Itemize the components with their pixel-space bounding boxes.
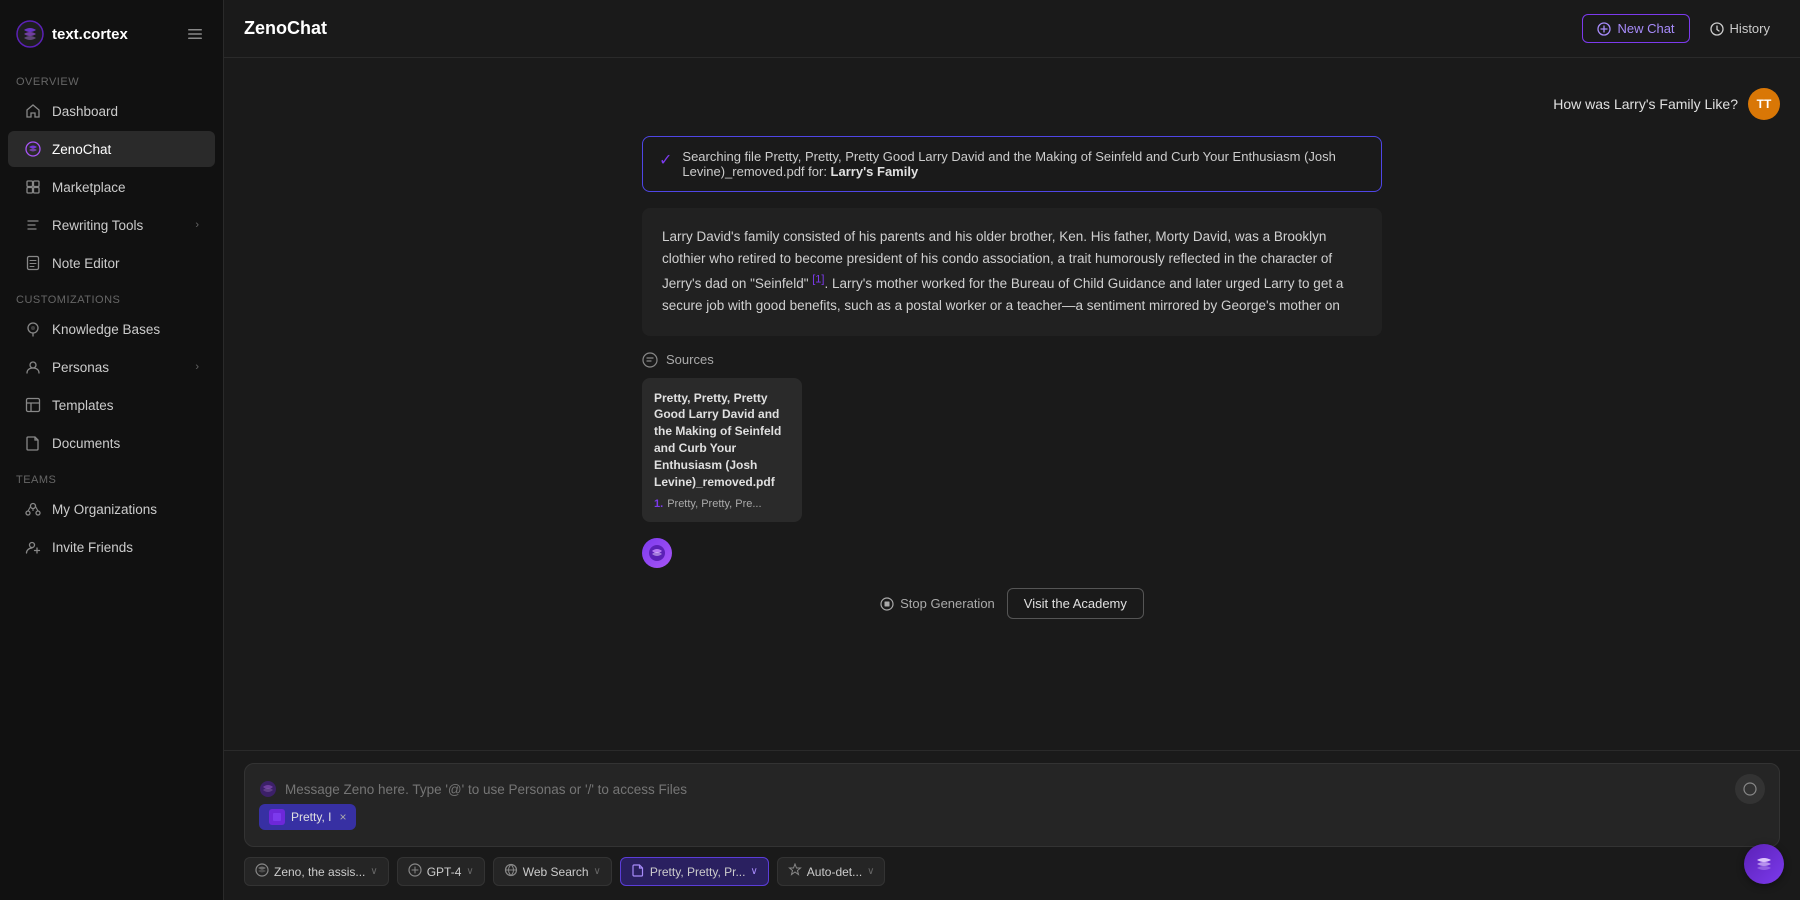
search-status-text: Searching file Pretty, Pretty, Pretty Go… (682, 149, 1365, 179)
sidebar-item-invite-friends[interactable]: Invite Friends (8, 529, 215, 565)
search-status-bold: Larry's Family (831, 164, 919, 179)
note-icon (24, 254, 42, 272)
toolbar-row: Zeno, the assis... ∨ GPT-4 ∨ (244, 857, 1780, 886)
search-status-box: ✓ Searching file Pretty, Pretty, Pretty … (642, 136, 1382, 192)
knowledge-icon (24, 320, 42, 338)
source-card[interactable]: Pretty, Pretty, Pretty Good Larry David … (642, 378, 802, 523)
user-message-row: How was Larry's Family Like? TT (244, 88, 1780, 120)
home-icon (24, 102, 42, 120)
rewrite-icon (24, 216, 42, 234)
history-button[interactable]: History (1700, 15, 1780, 42)
auto-detect-selector[interactable]: Auto-det... ∨ (777, 857, 886, 886)
sources-grid: Pretty, Pretty, Pretty Good Larry David … (642, 378, 1382, 523)
main-header: ZenoChat New Chat History (224, 0, 1800, 58)
sources-icon (642, 352, 658, 368)
stop-generation-button[interactable]: Stop Generation (880, 596, 995, 611)
file-chevron-icon: ∨ (750, 866, 757, 877)
sidebar-item-documents[interactable]: Documents (8, 425, 215, 461)
user-message-text: How was Larry's Family Like? (1553, 96, 1738, 112)
header-actions: New Chat History (1582, 14, 1780, 43)
persona-toolbar-icon (255, 863, 269, 880)
persona-chevron-icon: ∨ (370, 866, 377, 877)
floating-avatar-icon (1754, 854, 1774, 874)
web-search-icon (504, 863, 518, 880)
bot-avatar (642, 538, 672, 568)
sidebar-item-note-editor[interactable]: Note Editor (8, 245, 215, 281)
source-card-title: Pretty, Pretty, Pretty Good Larry David … (654, 390, 790, 491)
remove-file-button[interactable]: × (339, 810, 346, 824)
sidebar-item-rewriting-tools[interactable]: Rewriting Tools › (8, 207, 215, 243)
teams-section-label: Teams (0, 466, 223, 490)
sidebar-collapse-button[interactable] (183, 22, 207, 46)
app-logo-text: text.cortex (52, 26, 128, 43)
model-chevron-icon: ∨ (466, 866, 473, 877)
new-chat-icon (1597, 22, 1611, 36)
action-row: Stop Generation Visit the Academy (244, 584, 1780, 627)
visit-academy-button[interactable]: Visit the Academy (1007, 588, 1144, 619)
main-content: ZenoChat New Chat History How (224, 0, 1800, 900)
message-input[interactable] (285, 782, 1727, 797)
bot-avatar-row (642, 538, 1382, 568)
sidebar-item-knowledge-bases[interactable]: Knowledge Bases (8, 311, 215, 347)
floating-avatar-button[interactable] (1744, 844, 1784, 884)
pdf-icon (272, 812, 282, 822)
invite-icon (24, 538, 42, 556)
model-selector[interactable]: GPT-4 ∨ (397, 857, 485, 886)
chat-area: How was Larry's Family Like? TT ✓ Search… (224, 58, 1800, 750)
citation-1: [1] (812, 274, 824, 286)
ai-response-text: Larry David's family consisted of his pa… (662, 229, 1343, 313)
send-button[interactable] (1735, 774, 1765, 804)
input-row (259, 774, 1765, 804)
search-check-icon: ✓ (659, 150, 672, 170)
sidebar-item-my-organizations[interactable]: My Organizations (8, 491, 215, 527)
auto-detect-chevron-icon: ∨ (867, 866, 874, 877)
user-avatar: TT (1748, 88, 1780, 120)
marketplace-icon (24, 178, 42, 196)
sidebar: text.cortex Overview Dashboard Zen (0, 0, 224, 900)
web-search-selector[interactable]: Web Search ∨ (493, 857, 612, 886)
input-zeno-icon (259, 780, 277, 798)
template-icon (24, 396, 42, 414)
new-chat-button[interactable]: New Chat (1582, 14, 1689, 43)
input-area: Pretty, I × Zeno, the assis... ∨ (224, 750, 1800, 900)
page-title: ZenoChat (244, 18, 1582, 39)
file-icon (269, 809, 285, 825)
model-icon (408, 863, 422, 880)
history-icon (1710, 22, 1724, 36)
app-logo-icon (16, 20, 44, 48)
ai-response-box: Larry David's family consisted of his pa… (642, 208, 1382, 336)
source-card-item: 1. Pretty, Pretty, Pre... (654, 498, 790, 510)
user-message-bubble: How was Larry's Family Like? (1553, 88, 1738, 120)
attached-file-pill[interactable]: Pretty, I × (259, 804, 356, 830)
sources-section: Sources Pretty, Pretty, Pretty Good Larr… (642, 352, 1382, 523)
sidebar-item-dashboard[interactable]: Dashboard (8, 93, 215, 129)
sidebar-item-templates[interactable]: Templates (8, 387, 215, 423)
attached-file-row: Pretty, I × (259, 804, 1765, 830)
file-selector[interactable]: Pretty, Pretty, Pr... ∨ (620, 857, 769, 886)
persona-icon (24, 358, 42, 376)
customizations-section-label: Customizations (0, 286, 223, 310)
org-icon (24, 500, 42, 518)
sidebar-item-personas[interactable]: Personas › (8, 349, 215, 385)
sources-header: Sources (642, 352, 1382, 368)
stop-icon (880, 597, 894, 611)
bot-avatar-icon (648, 544, 666, 562)
sidebar-item-marketplace[interactable]: Marketplace (8, 169, 215, 205)
document-icon (24, 434, 42, 452)
file-toolbar-icon (631, 863, 645, 880)
overview-section-label: Overview (0, 68, 223, 92)
send-icon (1743, 782, 1757, 796)
auto-detect-icon (788, 863, 802, 880)
web-search-chevron-icon: ∨ (594, 866, 601, 877)
logo-area: text.cortex (0, 12, 223, 64)
sidebar-item-zenochat[interactable]: ZenoChat (8, 131, 215, 167)
persona-selector[interactable]: Zeno, the assis... ∨ (244, 857, 389, 886)
rewriting-tools-chevron: › (195, 219, 199, 231)
personas-chevron: › (195, 361, 199, 373)
zenochat-icon (24, 140, 42, 158)
